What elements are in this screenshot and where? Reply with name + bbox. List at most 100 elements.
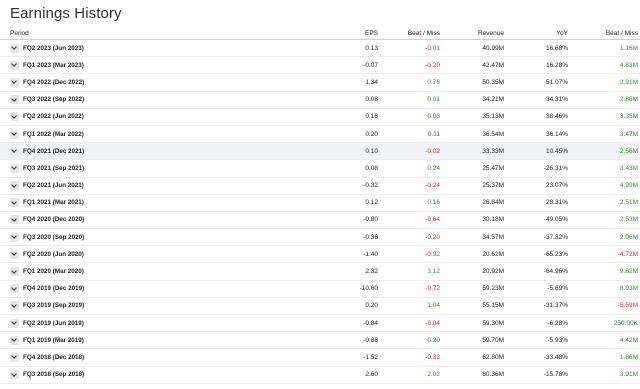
table-row[interactable]: FQ3 2020 (Sep 2020) -0.36 -0.20 34.57M -37.3… — [0, 228, 640, 247]
period-cell: FQ3 2018 (Sep 2018) — [0, 366, 210, 384]
table-row[interactable]: FQ4 2020 (Dec 2020) -0.80 -0.64 30.18M -49.0… — [0, 211, 640, 230]
chevron-down-icon[interactable] — [10, 318, 19, 328]
column-header-revenue-beat-miss[interactable]: Beat / Miss — [568, 28, 640, 40]
yoy-cell: -37.32% — [504, 228, 568, 247]
revenue-cell: 33.33M — [440, 142, 504, 161]
table-row[interactable]: FQ1 2023 (Mar 2023) -0.07 -0.20 42.47M 16.28… — [0, 56, 640, 75]
yoy-cell: 10.45% — [504, 142, 568, 161]
chevron-down-icon[interactable] — [10, 146, 19, 156]
table-row[interactable]: FQ2 2023 (Jun 2023) 0.13 -0.01 40.99M 16.68%… — [0, 39, 640, 58]
table-row[interactable]: FQ4 2019 (Dec 2019) -10.60 -9.72 59.23M -5.6… — [0, 280, 640, 298]
chevron-down-icon[interactable] — [10, 232, 19, 242]
table-row[interactable]: FQ4 2018 (Dec 2018) -1.52 -0.32 62.80M -33.4… — [0, 348, 640, 367]
table-row[interactable]: FQ3 2021 (Sep 2021) 0.08 0.24 25.47M -26.31%… — [0, 159, 640, 178]
eps-cell: -0.36 — [210, 228, 378, 247]
table-row[interactable]: FQ1 2021 (Mar 2021) 0.12 0.16 26.84M 28.31% 2… — [0, 194, 640, 212]
eps-beat-miss-cell: -0.20 — [378, 56, 440, 75]
chevron-down-icon[interactable] — [10, 301, 19, 311]
eps-cell: 2.60 — [210, 366, 378, 384]
eps-beat-miss-cell: -0.92 — [378, 245, 440, 264]
chevron-down-icon[interactable] — [10, 215, 19, 225]
table-row[interactable]: FQ4 2021 (Dec 2021) 0.10 -0.02 33.33M 10.45%… — [0, 142, 640, 161]
chevron-down-icon[interactable] — [10, 129, 19, 139]
column-header-eps[interactable]: EPS — [210, 28, 378, 40]
revenue-beat-miss-cell: 4.42M — [568, 331, 640, 350]
table-row[interactable]: FQ2 2020 (Jun 2020) -1.40 -0.92 20.62M -65.2… — [0, 245, 640, 264]
revenue-beat-miss-cell: 3.91M — [568, 366, 640, 384]
table-row[interactable]: FQ3 2018 (Sep 2018) 2.60 2.02 80.36M -15.78%… — [0, 366, 640, 384]
chevron-down-icon[interactable] — [10, 370, 19, 380]
chevron-down-icon[interactable] — [10, 267, 19, 277]
period-label: FQ2 2021 (Jun 2021) — [23, 182, 84, 190]
revenue-beat-miss-cell: 250.00K — [568, 314, 640, 333]
revenue-cell: 34.21M — [440, 91, 504, 109]
revenue-cell: 25.47M — [440, 159, 504, 178]
chevron-down-icon[interactable] — [10, 163, 19, 173]
table-row[interactable]: FQ1 2022 (Mar 2022) 0.20 0.11 36.54M 36.14% 3… — [0, 125, 640, 144]
eps-beat-miss-cell: 0.08 — [378, 108, 440, 126]
eps-beat-miss-cell: 1.04 — [378, 297, 440, 316]
revenue-beat-miss-cell: 9.62M — [568, 262, 640, 281]
revenue-cell: 55.15M — [440, 297, 504, 316]
revenue-cell: 20.92M — [440, 262, 504, 281]
revenue-beat-miss-cell: 1.16M — [568, 39, 640, 58]
period-cell: FQ3 2022 (Sep 2022) — [0, 91, 210, 109]
eps-cell: 0.13 — [210, 39, 378, 58]
revenue-beat-miss-cell: 2.53M — [568, 211, 640, 230]
revenue-cell: 35.13M — [440, 108, 504, 126]
chevron-down-icon[interactable] — [10, 335, 19, 345]
yoy-cell: -5.93% — [504, 331, 568, 350]
chevron-down-icon[interactable] — [10, 249, 19, 259]
eps-beat-miss-cell: -0.02 — [378, 142, 440, 161]
table-row[interactable]: FQ3 2022 (Sep 2022) 0.08 0.01 34.21M 34.31% 2… — [0, 91, 640, 109]
eps-beat-miss-cell: 0.24 — [378, 159, 440, 178]
eps-beat-miss-cell: -0.24 — [378, 177, 440, 195]
table-row[interactable]: FQ1 2019 (Mar 2019) -0.88 0.20 59.70M -5.93%… — [0, 331, 640, 350]
period-label: FQ3 2019 (Sep 2019) — [23, 302, 85, 310]
chevron-down-icon[interactable] — [10, 284, 19, 294]
eps-cell: -1.40 — [210, 245, 378, 264]
column-header-yoy[interactable]: YoY — [504, 28, 568, 40]
revenue-beat-miss-cell: -4.72M — [568, 245, 640, 264]
period-cell: FQ2 2023 (Jun 2023) — [0, 39, 210, 58]
period-label: FQ3 2021 (Sep 2021) — [23, 164, 85, 172]
eps-cell: 0.08 — [210, 91, 378, 109]
revenue-beat-miss-cell: 2.91M — [568, 73, 640, 92]
column-header-revenue[interactable]: Revenue — [440, 28, 504, 40]
table-row[interactable]: FQ3 2019 (Sep 2019) 0.20 1.04 55.15M -31.37%… — [0, 297, 640, 316]
column-header-eps-beat-miss[interactable]: Beat / Miss — [378, 28, 440, 40]
table-row[interactable]: FQ2 2021 (Jun 2021) -0.32 -0.24 25.37M 23.07… — [0, 177, 640, 195]
column-header-period[interactable]: Period — [0, 28, 210, 40]
period-label: FQ1 2023 (Mar 2023) — [23, 61, 84, 69]
period-cell: FQ4 2018 (Dec 2018) — [0, 348, 210, 367]
table-row[interactable]: FQ2 2019 (Jun 2019) -0.84 -0.04 59.30M -6.28… — [0, 314, 640, 333]
table-row[interactable]: FQ4 2022 (Dec 2022) 1.34 0.76 50.35M 51.07% 2… — [0, 73, 640, 92]
eps-beat-miss-cell: -9.72 — [378, 280, 440, 298]
chevron-down-icon[interactable] — [10, 198, 19, 208]
period-label: FQ2 2022 (Jun 2022) — [23, 113, 84, 121]
yoy-cell: 16.68% — [504, 39, 568, 58]
eps-beat-miss-cell: 2.02 — [378, 366, 440, 384]
eps-cell: 1.34 — [210, 73, 378, 92]
chevron-down-icon[interactable] — [10, 95, 19, 105]
revenue-beat-miss-cell: 2.86M — [568, 91, 640, 109]
revenue-cell: 62.80M — [440, 348, 504, 367]
period-label: FQ4 2021 (Dec 2021) — [23, 147, 85, 155]
chevron-down-icon[interactable] — [10, 60, 19, 70]
yoy-cell: -49.05% — [504, 211, 568, 230]
chevron-down-icon[interactable] — [10, 43, 19, 53]
eps-cell: 0.10 — [210, 142, 378, 161]
chevron-down-icon[interactable] — [10, 112, 19, 122]
chevron-down-icon[interactable] — [10, 181, 19, 191]
period-cell: FQ3 2021 (Sep 2021) — [0, 159, 210, 178]
eps-cell: 2.32 — [210, 262, 378, 281]
eps-cell: 0.20 — [210, 297, 378, 316]
chevron-down-icon[interactable] — [10, 77, 19, 87]
table-row[interactable]: FQ2 2022 (Jun 2022) 0.16 0.08 35.13M 38.46% 3… — [0, 108, 640, 126]
revenue-beat-miss-cell: 2.51M — [568, 194, 640, 212]
eps-cell: -0.84 — [210, 314, 378, 333]
yoy-cell: -15.78% — [504, 366, 568, 384]
chevron-down-icon[interactable] — [10, 352, 19, 362]
table-row[interactable]: FQ1 2020 (Mar 2020) 2.32 3.12 20.92M -64.96%… — [0, 262, 640, 281]
revenue-beat-miss-cell: 2.06M — [568, 228, 640, 247]
